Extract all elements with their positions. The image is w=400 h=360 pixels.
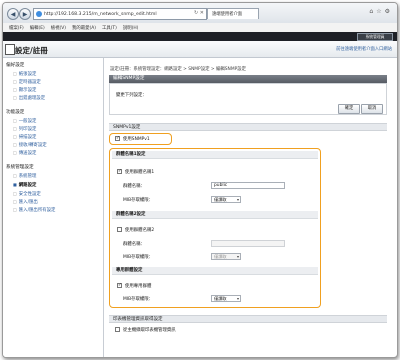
sidebar-item-import-export[interactable]: 匯入/匯出 bbox=[13, 199, 38, 205]
sidebar-item-network[interactable]: 網路設定 bbox=[13, 182, 37, 188]
sidebar-item-system[interactable]: 系統管理 bbox=[13, 173, 37, 179]
portal-link[interactable]: 前往遠端使用者介面入口網站 bbox=[336, 46, 392, 52]
sidebar-section-management: 系統管理設定 bbox=[6, 165, 34, 170]
chevron-down-icon: ▾ bbox=[236, 197, 239, 202]
breadcrumb: 設定/註冊：系統管理設定：網路設定 > SNMP設定 > 編輯SNMP設定 bbox=[110, 67, 247, 72]
community2-header: 群體名稱2設定 bbox=[112, 211, 318, 219]
browser-window: ◀ ▶ http://192.168.3.215/m_network_snmp_… bbox=[2, 2, 398, 358]
printer-mgmt-label: 從主機擷取印表機管理資訊 bbox=[123, 328, 176, 333]
app-header: 設定/註冊 前往遠端使用者介面入口網站 bbox=[3, 41, 397, 58]
community2-mib-label: MIB存取權限： bbox=[123, 255, 154, 260]
panel-title: 編輯SNMP設定 bbox=[109, 75, 387, 83]
settings-page-icon bbox=[5, 44, 15, 55]
sidebar: 偏好設定 紙張設定 定時器設定 顯示設定 出錯處理設定 功能設定 一般設定 列印… bbox=[3, 58, 104, 357]
ie-icon bbox=[36, 11, 42, 17]
sidebar-item-paper[interactable]: 紙張設定 bbox=[13, 71, 37, 77]
sidebar-item-general[interactable]: 一般設定 bbox=[13, 118, 37, 124]
dedicated-header: 專用群體設定 bbox=[112, 267, 318, 275]
community2-mib-value: 僅讀取 bbox=[214, 254, 227, 259]
cancel-button[interactable]: 取消 bbox=[361, 104, 383, 114]
menu-help[interactable]: 說明(H) bbox=[123, 25, 139, 31]
use-community2-checkbox[interactable] bbox=[117, 227, 122, 232]
back-icon[interactable]: ◀ bbox=[7, 8, 19, 20]
menu-file[interactable]: 檔案(F) bbox=[9, 25, 24, 31]
use-dedicated-label: 使用專用群體 bbox=[125, 284, 152, 289]
menu-edit[interactable]: 編輯(E) bbox=[30, 25, 45, 31]
sidebar-item-error[interactable]: 出錯處理設定 bbox=[13, 95, 45, 101]
dedicated-mib-value: 僅讀取 bbox=[214, 296, 227, 301]
use-dedicated-checkbox[interactable]: ✓ bbox=[117, 283, 122, 288]
sidebar-item-import-export-all[interactable]: 匯入/匯出所有設定 bbox=[13, 207, 56, 213]
use-snmpv1-label: 使用SNMPv1 bbox=[123, 137, 150, 142]
changes-text: 變更下列設定： bbox=[116, 93, 147, 98]
snmpv1-section: SNMPv1設定 bbox=[109, 123, 387, 131]
use-community1-label: 使用群體名稱1 bbox=[125, 170, 155, 175]
sidebar-item-receive[interactable]: 接收/轉寄設定 bbox=[13, 142, 47, 148]
community1-mib-select[interactable]: 僅讀取 ▾ bbox=[211, 196, 241, 203]
community1-name-label: 群體名稱： bbox=[123, 184, 145, 189]
community2-mib-select[interactable]: 僅讀取 ▾ bbox=[211, 253, 241, 260]
sidebar-section-function: 功能設定 bbox=[6, 110, 25, 115]
community1-header: 群體名稱1設定 bbox=[112, 151, 318, 159]
sidebar-item-display[interactable]: 顯示設定 bbox=[13, 87, 37, 93]
sidebar-item-send[interactable]: 傳送設定 bbox=[13, 150, 37, 156]
community2-name-input[interactable] bbox=[211, 240, 285, 247]
menu-favorites[interactable]: 我的最愛(A) bbox=[72, 25, 96, 31]
address-url: http://192.168.3.215/m_network_snmp_edit… bbox=[44, 11, 157, 17]
community1-mib-label: MIB存取權限： bbox=[123, 198, 154, 203]
app-topbar: 系統管理員 bbox=[3, 32, 397, 41]
community1-mib-value: 僅讀取 bbox=[214, 197, 227, 202]
browser-toolbar: ◀ ▶ http://192.168.3.215/m_network_snmp_… bbox=[3, 3, 397, 24]
edit-panel: 變更下列設定： 確定 取消 bbox=[109, 83, 387, 115]
ok-button[interactable]: 確定 bbox=[338, 104, 360, 114]
use-snmpv1-checkbox[interactable]: ✓ bbox=[115, 136, 120, 141]
dedicated-mib-label: MIB存取權限： bbox=[123, 297, 154, 302]
sidebar-section-preferences: 偏好設定 bbox=[6, 63, 25, 68]
dedicated-mib-select[interactable]: 僅讀取 ▾ bbox=[211, 295, 241, 302]
printer-mgmt-checkbox[interactable] bbox=[115, 327, 120, 332]
login-user-button[interactable]: 系統管理員 bbox=[357, 33, 393, 41]
sidebar-item-print[interactable]: 列印設定 bbox=[13, 126, 37, 132]
chevron-down-icon: ▾ bbox=[236, 254, 239, 259]
home-star-gear-icons[interactable]: ⌂☆⚙ bbox=[369, 8, 393, 15]
sidebar-item-scan[interactable]: 掃描設定 bbox=[13, 134, 37, 140]
refresh-icon[interactable]: ↻ ✕ bbox=[194, 10, 204, 16]
sidebar-item-security[interactable]: 安全性設定 bbox=[13, 191, 41, 197]
community2-name-label: 群體名稱： bbox=[123, 242, 145, 247]
page-title: 設定/註冊 bbox=[15, 46, 48, 55]
menu-tools[interactable]: 工具(T) bbox=[102, 25, 117, 31]
printer-mgmt-section: 印表機管理資訊取得設定 bbox=[109, 315, 387, 323]
browser-tab[interactable]: 遠端使用者介面 bbox=[207, 8, 259, 19]
chevron-down-icon: ▾ bbox=[236, 296, 239, 301]
sidebar-item-timer[interactable]: 定時器設定 bbox=[13, 79, 41, 85]
menu-view[interactable]: 檢視(V) bbox=[51, 25, 66, 31]
forward-icon[interactable]: ▶ bbox=[19, 8, 31, 20]
address-bar[interactable]: http://192.168.3.215/m_network_snmp_edit… bbox=[33, 8, 207, 20]
community1-name-input[interactable]: public bbox=[211, 182, 285, 189]
use-community2-label: 使用群體名稱2 bbox=[125, 228, 155, 233]
use-community1-checkbox[interactable]: ✓ bbox=[117, 169, 122, 174]
